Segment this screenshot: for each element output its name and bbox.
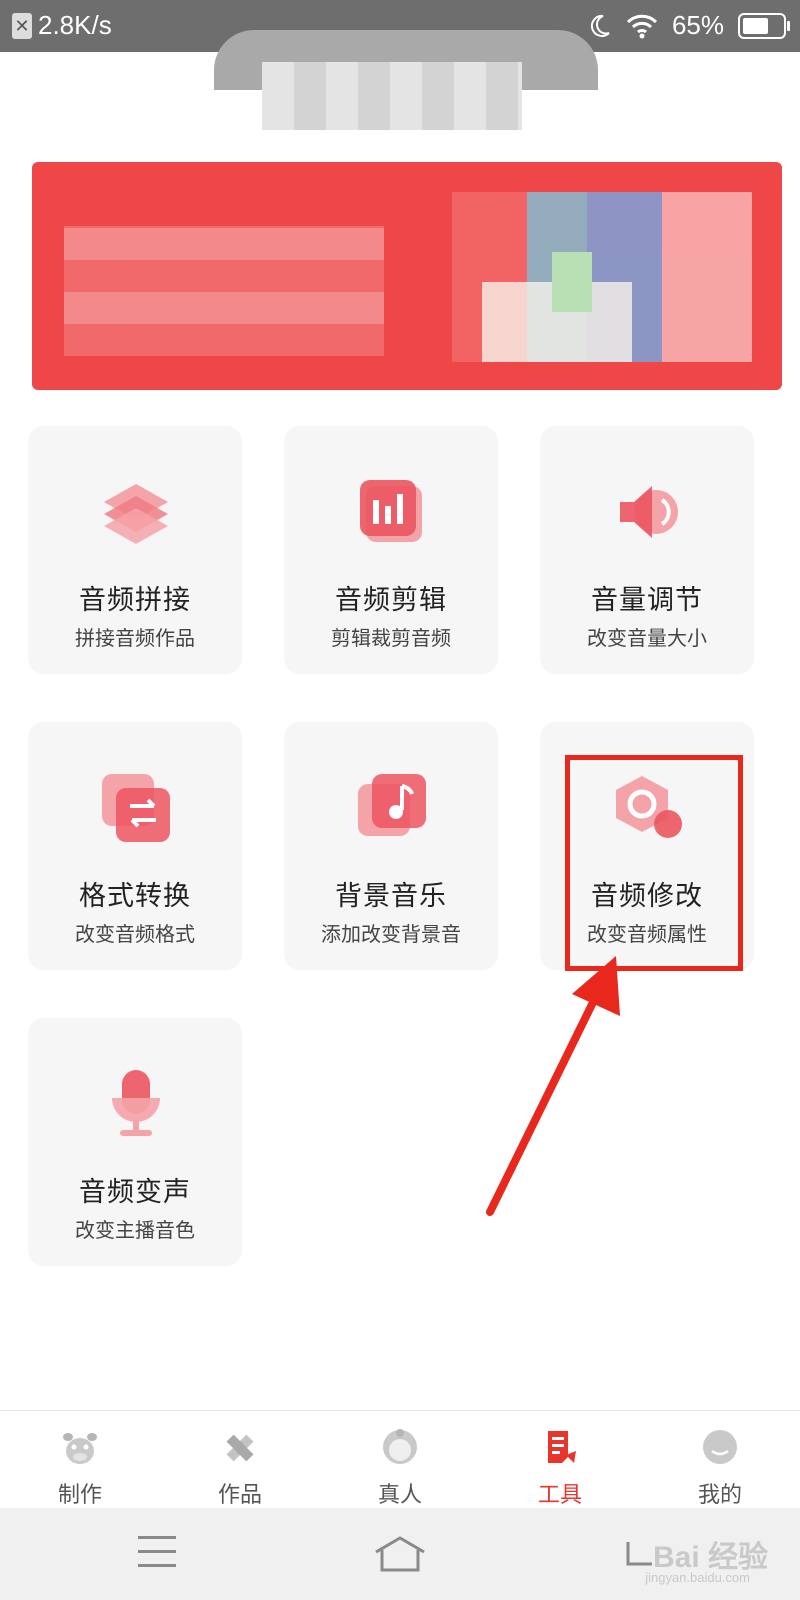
tool-desc: 改变音频格式: [75, 924, 195, 946]
watermark-url: jingyan.baidu.com: [645, 1570, 750, 1585]
speaker-icon: [620, 486, 678, 538]
microphone-icon: [112, 1070, 160, 1136]
music-note-icon: [358, 774, 426, 836]
tool-card-audio-splice[interactable]: 音频拼接 拼接音频作品: [28, 426, 242, 674]
tool-title: 音量调节: [591, 585, 703, 615]
pencil-ruler-icon: [226, 1434, 254, 1462]
menu-icon-line: [138, 1550, 176, 1553]
tool-desc: 拼接音频作品: [75, 628, 195, 650]
tool-title: 格式转换: [79, 881, 191, 911]
tool-card-audio-edit[interactable]: 音频剪辑 剪辑裁剪音频: [284, 426, 498, 674]
layers-icon: [104, 484, 168, 544]
tool-desc: 剪辑裁剪音频: [331, 628, 451, 650]
bar-chart-icon: [360, 480, 422, 542]
nav-item-works[interactable]: 作品: [190, 1421, 290, 1507]
tool-desc: 添加改变背景音: [321, 924, 461, 946]
nav-item-real-person[interactable]: 真人: [350, 1421, 450, 1507]
tool-title: 背景音乐: [335, 881, 447, 911]
cow-mascot-icon: [63, 1433, 97, 1464]
annotation-arrow: [486, 956, 620, 1216]
battery-percent: 65%: [671, 10, 724, 40]
nav-item-make[interactable]: 制作: [30, 1421, 130, 1507]
moon-icon: [590, 14, 610, 37]
menu-icon-line: [138, 1536, 176, 1539]
tool-card-volume-adjust[interactable]: 音量调节 改变音量大小: [540, 426, 754, 674]
nav-label: 作品: [217, 1482, 262, 1507]
banner-pixel-block: [552, 252, 592, 312]
tool-desc: 改变音量大小: [587, 628, 707, 650]
person-icon: [383, 1429, 417, 1464]
highlight-box: [565, 755, 743, 971]
network-speed: 2.8K/s: [38, 10, 112, 40]
banner-pixel-block: [64, 226, 384, 356]
tool-card-format-convert[interactable]: 格式转换 改变音频格式: [28, 722, 242, 970]
nav-item-mine[interactable]: 我的: [670, 1421, 770, 1507]
swap-icon: [102, 774, 170, 842]
home-button[interactable]: [372, 1532, 428, 1576]
blurred-header-title: [262, 62, 522, 130]
battery-icon: [738, 12, 790, 39]
system-nav-bar: Bai 经验 jingyan.baidu.com: [0, 1508, 800, 1600]
tool-title: 音频拼接: [79, 585, 191, 615]
menu-button[interactable]: [138, 1536, 176, 1570]
notification-close-icon: ✕: [12, 12, 32, 39]
tool-title: 音频剪辑: [335, 585, 447, 615]
tool-title: 音频变声: [79, 1177, 191, 1207]
document-tool-icon: [548, 1431, 576, 1463]
nav-item-tools[interactable]: 工具: [510, 1421, 610, 1507]
nav-label: 工具: [537, 1482, 582, 1507]
tool-card-voice-change[interactable]: 音频变声 改变主播音色: [28, 1018, 242, 1266]
nav-label: 我的: [697, 1482, 742, 1507]
blurred-banner[interactable]: [32, 162, 782, 390]
nav-label: 制作: [57, 1482, 102, 1507]
menu-icon-line: [138, 1564, 176, 1567]
smiley-face-icon: [703, 1430, 737, 1464]
tool-desc: 改变主播音色: [75, 1220, 195, 1242]
nav-label: 真人: [377, 1482, 422, 1507]
wifi-icon: [626, 14, 658, 38]
bottom-nav: 制作 作品 真人 工具 我的: [0, 1410, 800, 1509]
tool-card-background-music[interactable]: 背景音乐 添加改变背景音: [284, 722, 498, 970]
